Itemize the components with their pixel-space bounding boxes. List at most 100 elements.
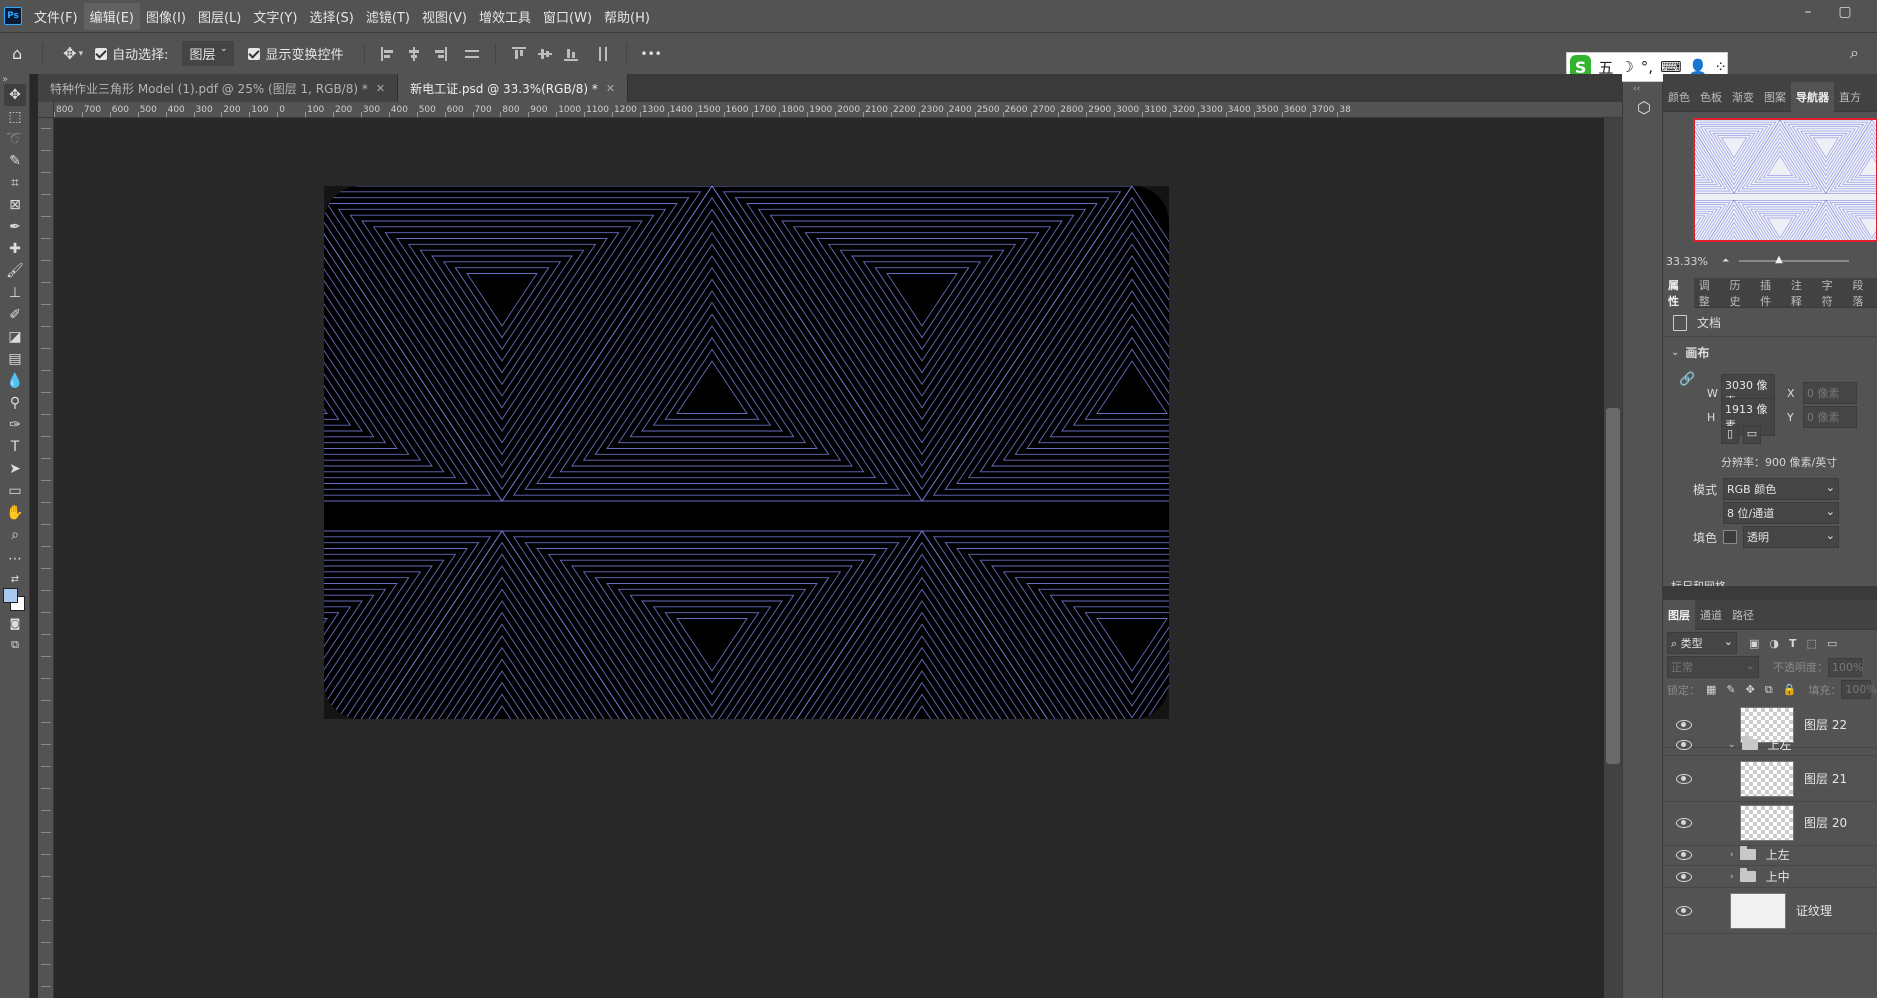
- link-icon[interactable]: 🔗: [1679, 372, 1695, 387]
- align-middle-vertical-icon[interactable]: [537, 47, 552, 61]
- smart-object-filter-icon[interactable]: ▭: [1827, 637, 1837, 650]
- chevron-right-icon[interactable]: ›: [1730, 872, 1734, 882]
- panel-tab[interactable]: 字符: [1817, 278, 1848, 308]
- opacity-field[interactable]: 100%: [1828, 657, 1863, 677]
- maximize-button[interactable]: ▢: [1832, 4, 1858, 20]
- vertical-ruler[interactable]: [38, 118, 54, 998]
- chevron-down-icon[interactable]: ⌄: [1671, 347, 1679, 358]
- panel-tab[interactable]: 导航器: [1791, 81, 1834, 112]
- menu-item[interactable]: 文字(Y): [247, 3, 303, 30]
- crop-tool-icon[interactable]: ⌗: [4, 172, 26, 194]
- rectangle-tool-icon[interactable]: ▭: [4, 480, 26, 502]
- quick-select-tool-icon[interactable]: ✎: [4, 150, 26, 172]
- type-tool-icon[interactable]: T: [4, 436, 26, 458]
- image-filter-icon[interactable]: ▣: [1749, 637, 1759, 650]
- panel-tab[interactable]: 历史: [1724, 278, 1755, 308]
- eraser-tool-icon[interactable]: ◪: [4, 326, 26, 348]
- align-left-icon[interactable]: [380, 46, 395, 61]
- visibility-eye-icon[interactable]: [1676, 817, 1692, 828]
- navigator-preview[interactable]: [1693, 118, 1877, 242]
- adjustment-filter-icon[interactable]: ◑: [1769, 637, 1779, 650]
- foreground-color-swatch[interactable]: [3, 588, 18, 603]
- layer-row[interactable]: 证纹理: [1663, 888, 1877, 934]
- frame-tool-icon[interactable]: ⊠: [4, 194, 26, 216]
- collapse-icon[interactable]: ‹‹: [1633, 84, 1640, 94]
- slider-handle-icon[interactable]: ▲: [1775, 255, 1783, 265]
- auto-select-dropdown[interactable]: 图层 ⌄: [182, 41, 235, 66]
- menu-item[interactable]: 图像(I): [140, 3, 192, 30]
- blend-mode-dropdown[interactable]: 正常 ⌄: [1667, 656, 1759, 678]
- menu-item[interactable]: 图层(L): [192, 3, 247, 30]
- visibility-eye-icon[interactable]: [1676, 739, 1692, 750]
- fill-opacity-field[interactable]: 100%: [1841, 680, 1877, 699]
- align-bottom-icon[interactable]: [563, 47, 578, 61]
- ime-moon-icon[interactable]: ☽: [1620, 58, 1633, 76]
- healing-brush-tool-icon[interactable]: ✚: [4, 238, 26, 260]
- menu-item[interactable]: 选择(S): [303, 3, 359, 30]
- align-center-horizontal-icon[interactable]: [407, 46, 421, 61]
- auto-select-checkbox[interactable]: 自动选择:: [95, 44, 168, 63]
- fill-swatch[interactable]: [1723, 530, 1737, 544]
- checkbox-checked-icon[interactable]: [95, 47, 108, 60]
- layer-group-row[interactable]: › 上左: [1663, 844, 1877, 866]
- panel-tab[interactable]: 颜色: [1663, 82, 1695, 112]
- shape-filter-icon[interactable]: ⬚: [1807, 637, 1817, 650]
- panel-tab[interactable]: 插件: [1755, 278, 1786, 308]
- panel-tab[interactable]: 图层: [1663, 599, 1695, 630]
- close-icon[interactable]: ✕: [376, 82, 385, 95]
- distribute-vertical-icon[interactable]: [464, 47, 479, 61]
- fill-dropdown[interactable]: 透明 ⌄: [1743, 526, 1839, 548]
- mode-dropdown[interactable]: RGB 颜色 ⌄: [1723, 478, 1839, 500]
- panel-tab[interactable]: 段落: [1847, 278, 1877, 308]
- canvas-section-header[interactable]: ⌄ 画布: [1671, 344, 1709, 361]
- layer-filter-dropdown[interactable]: ⌕ 类型 ⌄: [1667, 632, 1737, 654]
- doc-tab-1[interactable]: 特种作业三角形 Model (1).pdf @ 25% (图层 1, RGB/8…: [38, 74, 399, 102]
- panel-tab[interactable]: 图案: [1759, 82, 1791, 112]
- lock-transparency-icon[interactable]: ▦: [1706, 683, 1716, 696]
- panel-tab[interactable]: 通道: [1695, 600, 1727, 630]
- doc-tab-2[interactable]: 新电工证.psd @ 33.3%(RGB/8) * ✕: [398, 74, 629, 102]
- gradient-tool-icon[interactable]: ▤: [4, 348, 26, 370]
- more-tools-icon[interactable]: ⋯: [4, 548, 26, 570]
- align-right-icon[interactable]: [433, 46, 447, 61]
- chevron-down-icon[interactable]: ⌄: [1728, 740, 1736, 750]
- lock-position-icon[interactable]: ✥: [1746, 683, 1755, 696]
- landscape-icon[interactable]: ▭: [1743, 426, 1761, 444]
- canvas-area[interactable]: [54, 118, 1604, 998]
- document-canvas[interactable]: [324, 186, 1169, 719]
- visibility-eye-icon[interactable]: [1676, 871, 1692, 882]
- marquee-tool-icon[interactable]: ⬚: [4, 106, 26, 128]
- chevron-down-icon[interactable]: ▾: [79, 49, 84, 59]
- lock-artboard-icon[interactable]: ⧉: [1765, 683, 1773, 697]
- minimize-button[interactable]: –: [1795, 4, 1821, 20]
- menu-item[interactable]: 文件(F): [28, 3, 84, 30]
- screen-mode-icon[interactable]: ⧉: [4, 634, 26, 656]
- panel-tab[interactable]: 调整: [1694, 278, 1725, 308]
- rulers-grid-section[interactable]: 标尺和网格: [1663, 578, 1877, 586]
- hand-tool-icon[interactable]: ✋: [4, 502, 26, 524]
- menu-item[interactable]: 编辑(E): [83, 2, 140, 30]
- menu-item[interactable]: 滤镜(T): [360, 3, 416, 30]
- swap-colors-icon[interactable]: ⇄: [4, 568, 26, 590]
- layer-group-row[interactable]: ⌄ 上左: [1663, 734, 1877, 756]
- chevron-right-icon[interactable]: ›: [1730, 850, 1734, 860]
- panel-tab[interactable]: 属性: [1663, 277, 1694, 308]
- zoom-tool-icon[interactable]: ⌕: [4, 524, 26, 546]
- history-brush-tool-icon[interactable]: ✐: [4, 304, 26, 326]
- distribute-horizontal-icon[interactable]: [596, 46, 610, 61]
- layer-row[interactable]: 图层 20: [1663, 800, 1877, 846]
- path-select-tool-icon[interactable]: ➤: [4, 458, 26, 480]
- y-field[interactable]: 0 像素: [1803, 406, 1857, 428]
- visibility-eye-icon[interactable]: [1676, 849, 1692, 860]
- clone-stamp-tool-icon[interactable]: ⊥: [4, 282, 26, 304]
- bit-depth-dropdown[interactable]: 8 位/通道 ⌄: [1723, 502, 1839, 524]
- visibility-eye-icon[interactable]: [1676, 905, 1692, 916]
- blur-tool-icon[interactable]: 💧: [4, 370, 26, 392]
- layer-group-row[interactable]: › 上中: [1663, 866, 1877, 888]
- lasso-tool-icon[interactable]: ➰: [4, 128, 26, 150]
- close-icon[interactable]: ✕: [606, 82, 615, 95]
- menu-item[interactable]: 帮助(H): [598, 3, 656, 30]
- portrait-icon[interactable]: ▯: [1721, 426, 1739, 444]
- search-icon[interactable]: ⌕: [1850, 43, 1859, 63]
- more-options-button[interactable]: •••: [641, 47, 662, 61]
